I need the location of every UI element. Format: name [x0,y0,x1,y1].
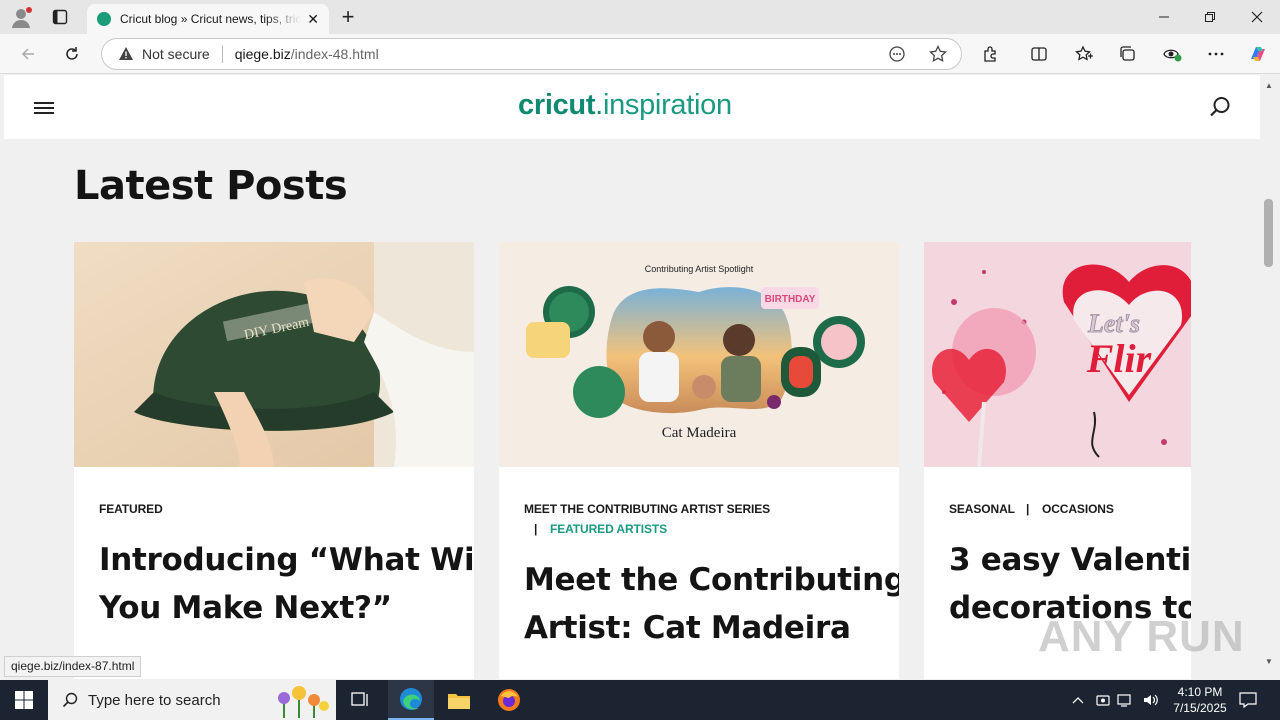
tab-strip: Cricut blog » Cricut news, tips, tricks … [0,0,1280,34]
logo-dot: . [595,89,603,121]
post-title-line-1[interactable]: Introducing “What Will [99,536,474,584]
divider [221,45,223,63]
tab-actions-icon[interactable] [52,9,68,25]
category-separator: | [1026,502,1030,516]
clock-date: 7/15/2025 [1173,701,1227,715]
category-link[interactable]: MEET THE CONTRIBUTING ARTIST SERIES [524,502,770,516]
url-path[interactable]: /index-48.html [291,46,379,62]
url-host[interactable]: qiege.biz [235,46,291,62]
browser-toolbar: Not secure qiege.biz/index-48.html [0,34,1280,74]
tab-title: Cricut blog » Cricut news, tips, tricks [120,12,302,26]
file-explorer-icon[interactable] [436,680,482,720]
collections-icon[interactable] [1114,40,1142,68]
warning-icon[interactable] [118,46,134,62]
site-favicon [97,12,111,26]
image-caption-bottom: Cat Madeira [662,425,737,441]
favorite-star-icon[interactable] [924,40,952,68]
post-card[interactable]: Contributing Artist Spotlight BIRTHDAY C… [499,242,899,679]
logo-light-text: inspiration [602,89,732,121]
split-screen-icon[interactable] [1025,40,1053,68]
restore-icon[interactable] [1187,0,1233,34]
category-link[interactable]: FEATURED [99,502,163,516]
post-title-line-2[interactable]: You Make Next?” [99,584,392,632]
device-icon[interactable] [1094,680,1112,720]
new-tab-icon[interactable]: + [338,6,358,28]
page-scrollbar[interactable]: ▲ ▼ [1260,75,1280,679]
network-icon[interactable] [1116,680,1136,720]
category-separator: | [534,522,538,536]
post-image[interactable]: Contributing Artist Spotlight BIRTHDAY C… [499,242,899,467]
sticker-text: BIRTHDAY [765,294,816,305]
read-aloud-icon[interactable] [883,40,911,68]
volume-icon[interactable] [1140,680,1162,720]
copilot-icon[interactable] [1244,40,1272,68]
clock-time: 4:10 PM [1177,685,1223,699]
search-icon[interactable] [1208,95,1232,119]
post-title-line-2[interactable]: Artist: Cat Madeira [524,604,851,652]
flowers-icon [264,684,334,718]
browser-essentials-icon[interactable] [1158,40,1186,68]
windows-taskbar: Type here to search 4:10 PM 7/15/2025 [0,680,1280,720]
start-icon[interactable] [0,680,48,720]
minimize-icon[interactable] [1141,0,1187,34]
scroll-down-icon[interactable]: ▼ [1265,657,1273,666]
notifications-icon[interactable] [1236,680,1260,720]
category-link[interactable]: SEASONAL [949,502,1015,516]
category-link[interactable]: FEATURED ARTISTS [550,522,667,536]
site-header: cricut.inspiration [4,75,1260,139]
image-text-lets: Let's [1087,309,1140,338]
favorites-icon[interactable] [1070,40,1098,68]
post-image[interactable]: Let's Flir [924,242,1191,467]
post-title-line-1[interactable]: 3 easy Valentine [949,536,1191,584]
scrollbar-thumb[interactable] [1264,199,1273,267]
post-image[interactable]: DIY Dream [74,242,474,467]
category-link[interactable]: OCCASIONS [1042,502,1114,516]
back-icon[interactable] [14,40,42,68]
taskbar-search-input[interactable]: Type here to search [48,680,336,720]
scroll-up-icon[interactable]: ▲ [1265,81,1273,90]
firefox-icon[interactable] [486,680,532,720]
search-placeholder: Type here to search [88,691,221,709]
extensions-icon[interactable] [977,40,1005,68]
close-tab-icon[interactable]: ✕ [307,11,319,28]
address-bar[interactable]: Not secure qiege.biz/index-48.html [101,38,962,70]
task-view-icon[interactable] [340,680,380,720]
clock[interactable]: 4:10 PM 7/15/2025 [1166,680,1234,720]
edge-taskbar-icon[interactable] [388,680,434,720]
logo-bold-text: cricut [518,89,596,121]
more-menu-icon[interactable] [1202,40,1230,68]
page-title: Latest Posts [74,163,348,209]
post-card[interactable]: DIY Dream FEATURED Introducing “What Wil… [74,242,474,679]
site-logo[interactable]: cricut.inspiration [518,87,732,123]
close-window-icon[interactable] [1234,0,1280,34]
profile-icon[interactable] [10,6,34,28]
refresh-icon[interactable] [58,40,86,68]
link-status-bar: qiege.biz/index-87.html [4,656,142,677]
page-viewport: cricut.inspiration Latest Posts DIY Drea… [4,75,1260,679]
watermark-logo: ANY RUN [1038,612,1245,661]
tray-chevron-icon[interactable] [1068,680,1088,720]
image-text-flirt: Flir [1086,336,1152,381]
browser-tab-active[interactable]: Cricut blog » Cricut news, tips, tricks … [87,4,329,34]
post-title-line-1[interactable]: Meet the Contributing [524,556,899,604]
menu-icon[interactable] [33,99,55,115]
search-icon [62,692,78,708]
image-caption-top: Contributing Artist Spotlight [645,264,754,274]
security-label[interactable]: Not secure [142,46,210,62]
